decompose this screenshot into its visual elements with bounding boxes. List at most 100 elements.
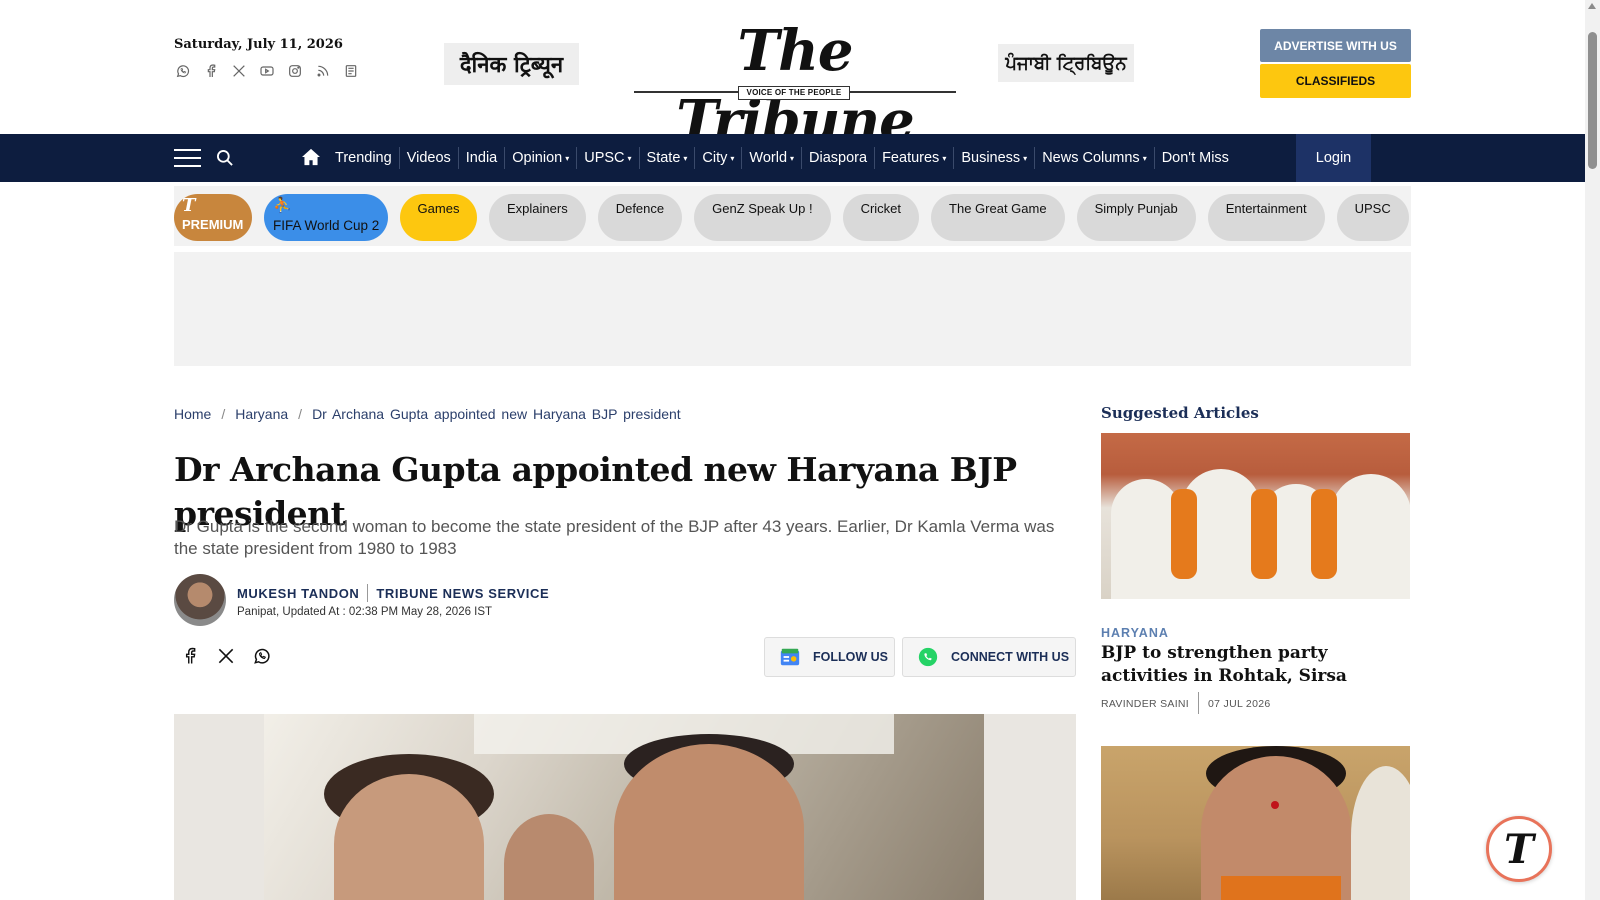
main-nav: Trending Videos India Opinion ▾ UPSC ▾ State ▾ Ci… (0, 134, 1585, 182)
photo-garland (1311, 489, 1337, 579)
site-header: Saturday, July 11, 2026 दैनिक ट्रिब्यून … (0, 0, 1585, 154)
page-scrollbar[interactable] (1585, 0, 1600, 900)
dainik-tribune-link[interactable]: दैनिक ट्रिब्यून (444, 43, 579, 85)
chevron-down-icon: ▾ (942, 153, 947, 163)
chevron-down-icon: ▾ (627, 153, 632, 163)
facebook-share-icon[interactable] (180, 646, 200, 666)
whatsapp-icon[interactable] (174, 62, 192, 80)
photo-figure (1351, 766, 1410, 900)
nav-item-don-t-miss[interactable]: Don't Miss (1155, 147, 1236, 169)
home-icon[interactable] (301, 148, 321, 166)
follow-label: FOLLOW US (813, 650, 888, 664)
site-logo[interactable]: The Tribune VOICE OF THE PEOPLE (630, 16, 960, 154)
suggested-article-image[interactable] (1101, 433, 1410, 599)
x-icon[interactable] (230, 62, 248, 80)
nav-item-label: News Columns (1042, 150, 1140, 166)
nav-item-label: World (749, 150, 788, 166)
nav-item-label: UPSC (584, 150, 625, 166)
login-button[interactable]: Login (1296, 134, 1371, 182)
chevron-down-icon: ▾ (565, 153, 570, 163)
classifieds-button[interactable]: CLASSIFIEDS (1260, 64, 1411, 98)
topic-chips-bar: T PREMIUM ⛹ FIFA World Cup 2 Games Explai… (174, 186, 1411, 246)
chip-defence[interactable]: Defence (597, 194, 683, 241)
nav-item-features[interactable]: Features ▾ (875, 147, 955, 169)
nav-item-label: Trending (335, 150, 392, 166)
photo-figure (1331, 474, 1410, 599)
scrollbar-thumb[interactable] (1588, 32, 1597, 169)
nav-item-label: City (702, 150, 728, 166)
google-news-follow-button[interactable]: FOLLOW US (764, 637, 895, 677)
article-summary: Dr Gupta is the second woman to become t… (174, 517, 1055, 558)
byline: MUKESH TANDON TRIBUNE NEWS SERVICE (237, 584, 550, 602)
chip-explainers[interactable]: Explainers (489, 194, 586, 241)
nav-item-opinion[interactable]: Opinion ▾ (505, 147, 578, 169)
suggested-article-headline[interactable]: BJP to strengthen party activities in Ro… (1101, 642, 1406, 688)
nav-item-label: Don't Miss (1161, 150, 1229, 166)
news-agency: TRIBUNE NEWS SERVICE (376, 586, 550, 601)
youtube-icon[interactable] (258, 62, 276, 80)
whatsapp-connect-button[interactable]: CONNECT WITH US (902, 637, 1076, 677)
article-meta: Panipat, Updated At : 02:38 PM May 28, 2… (237, 606, 493, 618)
breadcrumb-section[interactable]: Haryana (235, 406, 288, 422)
instagram-icon[interactable] (286, 62, 304, 80)
breadcrumb-separator: / (221, 406, 226, 422)
chip-entertainment[interactable]: Entertainment (1207, 194, 1325, 241)
nav-item-news-columns[interactable]: News Columns ▾ (1035, 147, 1155, 169)
menu-icon[interactable] (174, 149, 201, 167)
nav-item-videos[interactable]: Videos (400, 147, 459, 169)
topic-chips: T PREMIUM ⛹ FIFA World Cup 2 Games Explai… (174, 194, 1409, 241)
chip-simply-punjab[interactable]: Simply Punjab (1076, 194, 1196, 241)
suggested-article-image[interactable] (1101, 746, 1410, 900)
chip-games[interactable]: Games (400, 194, 477, 241)
football-player-icon: ⛹ (273, 197, 292, 214)
suggested-article-category[interactable]: HARYANA (1101, 626, 1169, 640)
current-date: Saturday, July 11, 2026 (174, 37, 343, 52)
nav-items: Trending Videos India Opinion ▾ UPSC ▾ State ▾ Ci… (328, 134, 1236, 182)
chip-genz-speak-up[interactable]: GenZ Speak Up ! (694, 194, 831, 241)
epaper-icon[interactable] (342, 62, 360, 80)
breadcrumb-home[interactable]: Home (174, 406, 211, 422)
whatsapp-share-icon[interactable] (252, 646, 272, 666)
facebook-icon[interactable] (202, 62, 220, 80)
chip-cricket[interactable]: Cricket (842, 194, 920, 241)
suggested-article-author: RAVINDER SAINI (1101, 698, 1190, 710)
breadcrumb-separator: / (298, 406, 303, 422)
whatsapp-green-icon (917, 646, 939, 668)
search-icon[interactable] (215, 148, 235, 168)
chip-fifa-world-cup[interactable]: ⛹ FIFA World Cup 2 (264, 194, 388, 241)
author-avatar[interactable] (174, 574, 226, 626)
scroll-up-arrow-icon[interactable] (1588, 3, 1596, 9)
ad-banner-slot (174, 252, 1411, 366)
nav-item-world[interactable]: World ▾ (742, 147, 803, 169)
advertise-button[interactable]: ADVERTISE WITH US (1260, 29, 1411, 62)
share-buttons (180, 646, 272, 666)
chip-premium[interactable]: T PREMIUM (174, 194, 252, 241)
rss-icon[interactable] (314, 62, 332, 80)
premium-logo: T (182, 195, 196, 216)
nav-item-india[interactable]: India (459, 147, 506, 169)
chevron-down-icon: ▾ (1023, 153, 1028, 163)
chevron-down-icon: ▾ (1142, 153, 1147, 163)
byline-divider (367, 584, 369, 602)
nav-item-state[interactable]: State ▾ (640, 147, 696, 169)
x-share-icon[interactable] (216, 646, 236, 666)
nav-item-label: Business (961, 150, 1021, 166)
chip-the-great-game[interactable]: The Great Game (931, 194, 1065, 241)
meta-divider (1198, 692, 1200, 714)
fifa-label: FIFA World Cup 2 (273, 218, 380, 233)
nav-item-trending[interactable]: Trending (328, 147, 400, 169)
author-name[interactable]: MUKESH TANDON (237, 586, 359, 602)
nav-item-upsc[interactable]: UPSC ▾ (577, 147, 640, 169)
suggested-articles-title: Suggested Articles (1101, 404, 1259, 422)
chevron-down-icon: ▾ (790, 153, 795, 163)
premium-label: PREMIUM (182, 217, 244, 232)
nav-item-diaspora[interactable]: Diaspora (802, 147, 876, 169)
breadcrumb-current: Dr Archana Gupta appointed new Haryana B… (312, 406, 681, 422)
article-hero-image[interactable] (174, 714, 1076, 900)
punjabi-tribune-link[interactable]: ਪੰਜਾਬੀ ਟ੍ਰਿਬਿਊਨ (998, 44, 1134, 82)
chip-upsc[interactable]: UPSC (1336, 194, 1409, 241)
tribune-floating-button[interactable]: T (1486, 816, 1552, 882)
google-news-icon (779, 646, 801, 668)
nav-item-business[interactable]: Business ▾ (954, 147, 1036, 169)
nav-item-city[interactable]: City ▾ (695, 147, 743, 169)
